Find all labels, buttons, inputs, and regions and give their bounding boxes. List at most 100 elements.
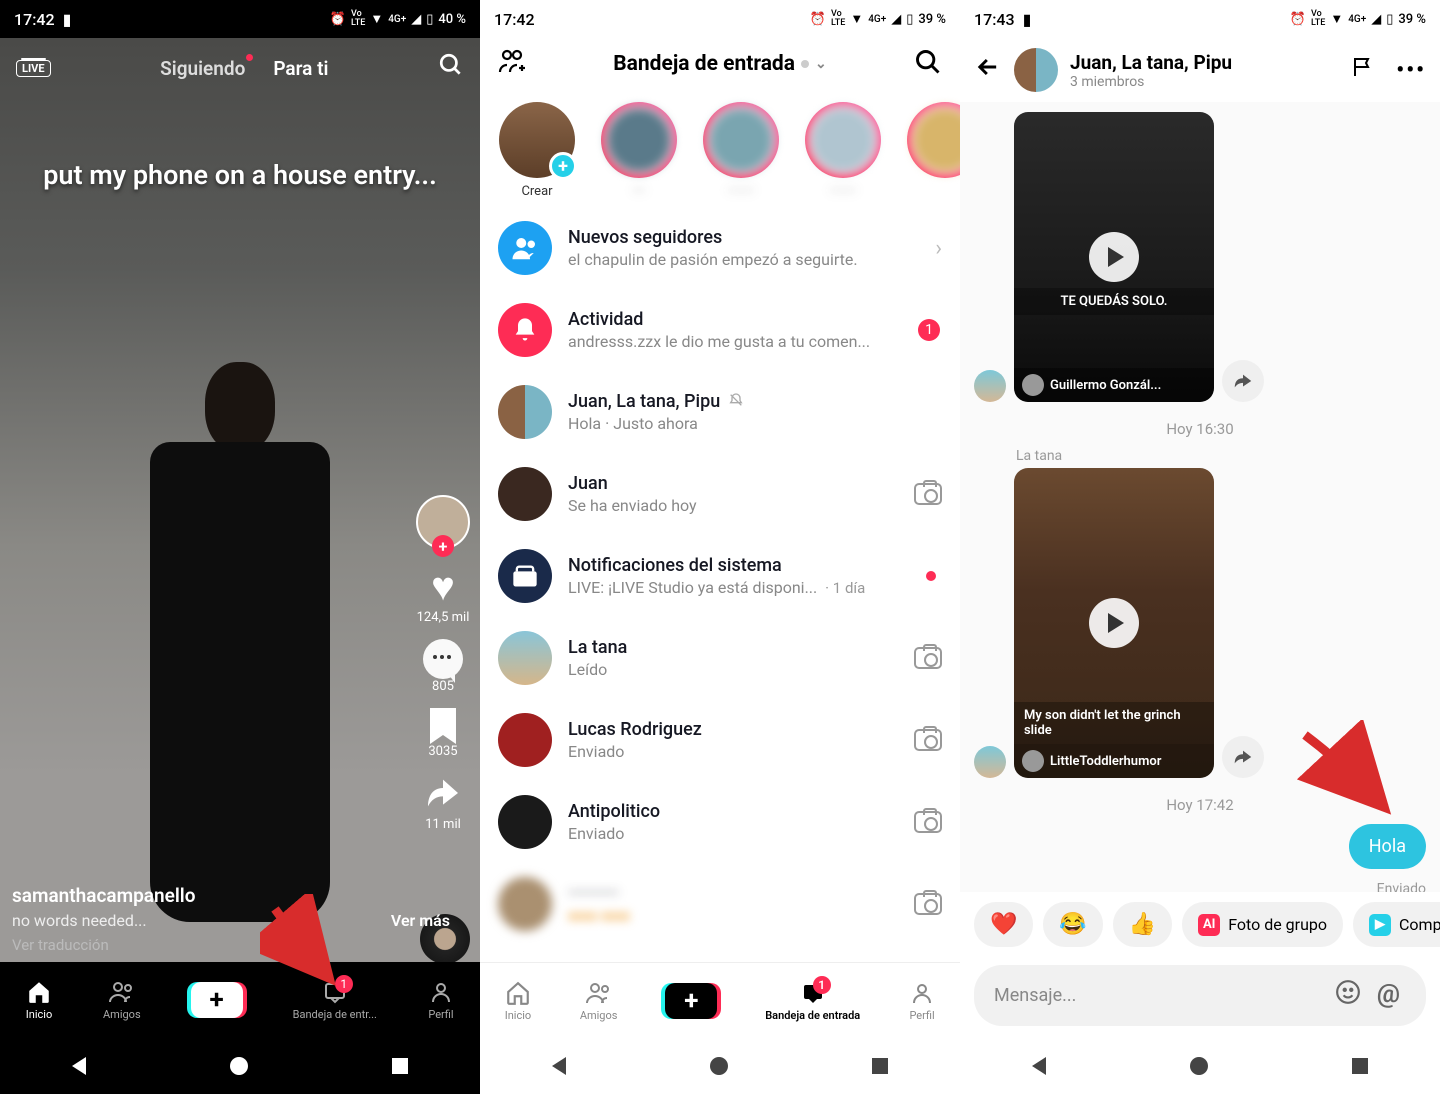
time-divider: Hoy 17:42	[974, 796, 1426, 814]
translate-button[interactable]: Ver traducción	[12, 936, 390, 954]
inbox-row-chat[interactable]: Antipolitico Enviado	[480, 781, 960, 863]
mention-icon[interactable]: @	[1377, 979, 1400, 1012]
sender-avatar[interactable]	[974, 746, 1006, 778]
android-recents-icon[interactable]	[1352, 1058, 1368, 1074]
suggestion-bar: ❤️ 😂 👍 AI Foto de grupo ▶ Compart	[960, 892, 1440, 957]
thumbsup-emoji-icon: 👍	[1129, 912, 1156, 937]
comment-button[interactable]: 805	[423, 639, 463, 694]
flag-icon[interactable]	[1350, 55, 1374, 85]
inbox-row-group-chat[interactable]: Juan, La tana, Pipu Hola · Justo ahora	[480, 371, 960, 453]
story-item[interactable]: ········	[802, 102, 884, 199]
android-back-icon[interactable]	[552, 1057, 566, 1075]
android-recents-icon[interactable]	[392, 1058, 408, 1074]
row-title: Antipolitico	[568, 801, 898, 822]
bookmark-icon	[430, 708, 456, 744]
android-home-icon[interactable]	[1190, 1057, 1208, 1075]
suggestion-share[interactable]: ▶ Compart	[1353, 902, 1440, 947]
emoji-picker-icon[interactable]	[1335, 979, 1361, 1012]
reaction-thumbsup[interactable]: 👍	[1113, 902, 1172, 947]
chat-title[interactable]: Juan, La tana, Pipu	[1070, 51, 1232, 74]
inbox-row-system[interactable]: Notificaciones del sistema LIVE: ¡LIVE S…	[480, 535, 960, 617]
chat-messages: TE QUEDÁS SOLO. Guillermo Gonzál... Hoy …	[960, 102, 1440, 892]
row-title: La tana	[568, 637, 898, 658]
video-card[interactable]: TE QUEDÁS SOLO. Guillermo Gonzál...	[1014, 112, 1214, 402]
live-badge[interactable]: LIVE	[16, 60, 51, 77]
tab-profile[interactable]: Perfil	[427, 979, 455, 1021]
row-subtitle: andresss.zzx le dio me gusta a tu comen.…	[568, 332, 942, 351]
tab-for-you[interactable]: Para ti	[273, 57, 328, 80]
share-pill-icon: ▶	[1369, 914, 1391, 936]
camera-icon[interactable]	[914, 893, 942, 915]
inbox-list: Nuevos seguidores el chapulin de pasión …	[480, 207, 960, 962]
tab-create[interactable]: +	[191, 982, 243, 1018]
story-item[interactable]: ····	[598, 102, 680, 199]
camera-icon[interactable]	[914, 811, 942, 833]
like-button[interactable]: ♥ 124,5 mil	[417, 563, 470, 625]
inbox-row-chat[interactable]: ·········· ●●● ●●●	[480, 863, 960, 945]
video-feed[interactable]: LIVE Siguiendo Para ti put my phone on a…	[0, 38, 480, 962]
android-recents-icon[interactable]	[872, 1058, 888, 1074]
message-video[interactable]: TE QUEDÁS SOLO. Guillermo Gonzál...	[974, 112, 1426, 402]
story-item[interactable]	[904, 102, 960, 199]
author-avatar[interactable]: +	[416, 495, 470, 549]
forward-button[interactable]	[1222, 360, 1264, 402]
user-avatar	[498, 877, 552, 931]
inbox-row-chat[interactable]: Juan Se ha enviado hoy	[480, 453, 960, 535]
story-item[interactable]: ········	[700, 102, 782, 199]
tab-friends[interactable]: Amigos	[580, 980, 618, 1022]
search-icon[interactable]	[438, 52, 464, 84]
see-more-button[interactable]: Ver más	[391, 911, 450, 930]
suggestion-group-photo[interactable]: AI Foto de grupo	[1182, 902, 1343, 947]
user-avatar	[498, 631, 552, 685]
follow-plus-icon[interactable]: +	[432, 535, 454, 557]
tab-following[interactable]: Siguiendo	[160, 57, 245, 80]
sender-avatar[interactable]	[974, 370, 1006, 402]
android-home-icon[interactable]	[710, 1057, 728, 1075]
inbox-row-activity[interactable]: Actividad andresss.zzx le dio me gusta a…	[480, 289, 960, 371]
message-sent[interactable]: Hola	[974, 824, 1426, 869]
reaction-heart[interactable]: ❤️	[974, 902, 1033, 947]
like-count: 124,5 mil	[417, 610, 470, 625]
video-card[interactable]: My son didn't let the grinch slide Littl…	[1014, 468, 1214, 778]
add-friends-icon[interactable]	[498, 48, 526, 80]
search-icon[interactable]	[914, 48, 942, 80]
heart-icon: ♥	[431, 563, 455, 610]
inbox-title[interactable]: Bandeja de entrada ⌄	[613, 52, 826, 76]
input-placeholder: Mensaje...	[994, 985, 1076, 1006]
bottom-tab-bar: Inicio Amigos + 1 Bandeja de entrada Per…	[480, 962, 960, 1038]
tab-profile[interactable]: Perfil	[908, 980, 936, 1022]
system-icon	[498, 549, 552, 603]
android-back-icon[interactable]	[72, 1057, 86, 1075]
forward-button[interactable]	[1222, 736, 1264, 778]
status-bar: 17:42 ⏰ VoLTE ▼ 4G+ ◢ ▯ 39 %	[480, 0, 960, 38]
tab-create[interactable]: +	[665, 983, 717, 1019]
alarm-icon: ⏰	[330, 12, 346, 27]
camera-icon[interactable]	[914, 483, 942, 505]
camera-icon[interactable]	[914, 647, 942, 669]
message-video[interactable]: My son didn't let the grinch slide Littl…	[974, 468, 1426, 778]
inbox-row-chat[interactable]: Lucas Rodriguez Enviado	[480, 699, 960, 781]
android-home-icon[interactable]	[230, 1057, 248, 1075]
reaction-laugh[interactable]: 😂	[1043, 902, 1102, 947]
message-input[interactable]: Mensaje... @	[974, 965, 1426, 1026]
bookmark-button[interactable]: 3035	[428, 708, 457, 759]
inbox-row-followers[interactable]: Nuevos seguidores el chapulin de pasión …	[480, 207, 960, 289]
tab-inbox[interactable]: 1 Bandeja de entr...	[293, 979, 377, 1021]
camera-icon[interactable]	[914, 729, 942, 751]
tab-friends[interactable]: Amigos	[103, 979, 141, 1021]
share-button[interactable]: 11 mil	[423, 773, 463, 832]
more-icon[interactable]: •••	[1396, 58, 1426, 83]
tab-home[interactable]: Inicio	[504, 980, 532, 1022]
tab-home[interactable]: Inicio	[25, 979, 53, 1021]
laugh-emoji-icon: 😂	[1059, 912, 1086, 937]
author-username[interactable]: samanthacampanello	[12, 884, 390, 907]
friends-icon	[585, 980, 613, 1006]
tab-inbox[interactable]: 1 Bandeja de entrada	[765, 980, 860, 1022]
alarm-icon: ⏰	[810, 12, 826, 27]
back-arrow-icon[interactable]	[974, 53, 1002, 88]
group-avatar[interactable]	[1014, 48, 1058, 92]
story-create[interactable]: + Crear	[496, 102, 578, 199]
status-time: 17:42	[494, 10, 535, 29]
inbox-row-chat[interactable]: La tana Leído	[480, 617, 960, 699]
android-back-icon[interactable]	[1032, 1057, 1046, 1075]
